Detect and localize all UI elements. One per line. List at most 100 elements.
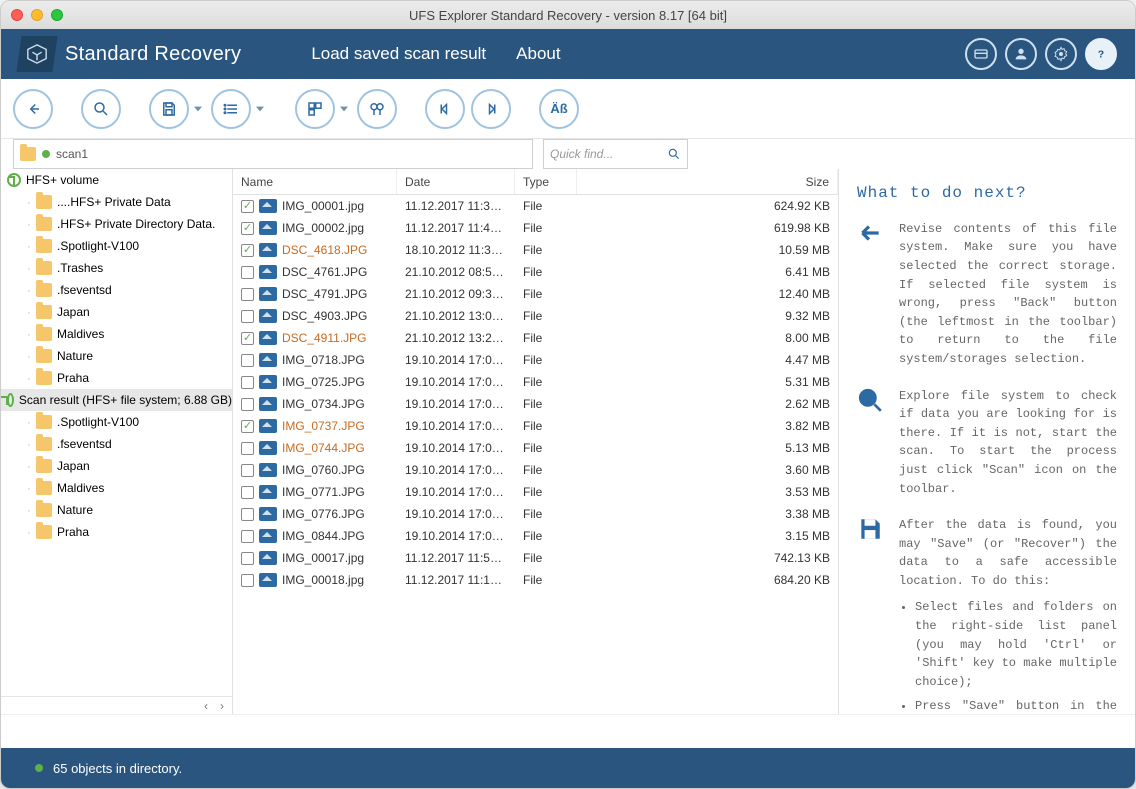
file-row[interactable]: IMG_0771.JPG19.10.2014 17:06:32File3.53 … (233, 481, 838, 503)
file-checkbox[interactable] (241, 288, 254, 301)
close-window-button[interactable] (11, 9, 23, 21)
prev-button[interactable] (425, 89, 465, 129)
file-row[interactable]: IMG_0737.JPG19.10.2014 17:06:18File3.82 … (233, 415, 838, 437)
file-checkbox[interactable] (241, 552, 254, 565)
list-dropdown[interactable] (253, 89, 267, 129)
encoding-button[interactable]: Äß (539, 89, 579, 129)
file-checkbox[interactable] (241, 354, 254, 367)
folder-icon (36, 503, 52, 517)
file-row[interactable]: DSC_4761.JPG21.10.2012 08:53:00File6.41 … (233, 261, 838, 283)
help-icon[interactable]: ? (1085, 38, 1117, 70)
file-row[interactable]: IMG_0725.JPG19.10.2014 17:06:14File5.31 … (233, 371, 838, 393)
tree-item[interactable]: ·Nature (1, 345, 232, 367)
file-row[interactable]: DSC_4618.JPG18.10.2012 11:35:50File10.59… (233, 239, 838, 261)
tree-item[interactable]: ·.Spotlight-V100 (1, 411, 232, 433)
tree-item[interactable]: ·Maldives (1, 477, 232, 499)
file-row[interactable]: IMG_0844.JPG19.10.2014 17:06:50File3.15 … (233, 525, 838, 547)
tip-revise: Revise contents of this file system. Mak… (899, 220, 1117, 369)
column-headers[interactable]: Name Date Type Size (233, 169, 838, 195)
col-name[interactable]: Name (233, 169, 397, 194)
tree-item[interactable]: ·....HFS+ Private Data (1, 191, 232, 213)
volume-icon (7, 173, 21, 187)
user-icon[interactable] (1005, 38, 1037, 70)
tree-item[interactable]: ·.fseventsd (1, 279, 232, 301)
tree-scrollbar[interactable]: ‹› (1, 696, 232, 714)
file-row[interactable]: IMG_00017.jpg11.12.2017 11:52:14File742.… (233, 547, 838, 569)
minimize-window-button[interactable] (31, 9, 43, 21)
breadcrumb[interactable]: scan1 (13, 139, 533, 169)
file-row[interactable]: IMG_00002.jpg11.12.2017 11:42:22File619.… (233, 217, 838, 239)
tree-item[interactable]: ·.Spotlight-V100 (1, 235, 232, 257)
settings-icon[interactable] (1045, 38, 1077, 70)
file-checkbox[interactable] (241, 398, 254, 411)
folder-icon (36, 283, 52, 297)
menu-load-saved[interactable]: Load saved scan result (311, 44, 486, 64)
file-row[interactable]: DSC_4911.JPG21.10.2012 13:27:14File8.00 … (233, 327, 838, 349)
back-button[interactable] (13, 89, 53, 129)
folder-icon (36, 217, 52, 231)
col-date[interactable]: Date (397, 169, 515, 194)
file-checkbox[interactable] (241, 332, 254, 345)
image-file-icon (259, 463, 277, 477)
file-row[interactable]: IMG_00018.jpg11.12.2017 11:19:31File684.… (233, 569, 838, 591)
tree-item[interactable]: ·.fseventsd (1, 433, 232, 455)
file-row[interactable]: DSC_4791.JPG21.10.2012 09:38:06File12.40… (233, 283, 838, 305)
quick-find-placeholder: Quick find... (550, 147, 613, 161)
arrow-left-icon (857, 220, 885, 369)
image-file-icon (259, 485, 277, 499)
tree-item[interactable]: ·Japan (1, 301, 232, 323)
file-row[interactable]: IMG_0734.JPG19.10.2014 17:06:16File2.62 … (233, 393, 838, 415)
file-row[interactable]: IMG_0760.JPG19.10.2014 17:06:26File3.60 … (233, 459, 838, 481)
file-checkbox[interactable] (241, 266, 254, 279)
save-dropdown[interactable] (191, 89, 205, 129)
image-file-icon (259, 243, 277, 257)
file-row[interactable]: IMG_0776.JPG19.10.2014 17:06:32File3.38 … (233, 503, 838, 525)
save-button[interactable] (149, 89, 189, 129)
file-checkbox[interactable] (241, 200, 254, 213)
tree-item[interactable]: HFS+ volume (1, 169, 232, 191)
file-checkbox[interactable] (241, 222, 254, 235)
search-icon[interactable] (667, 147, 681, 161)
file-checkbox[interactable] (241, 574, 254, 587)
tree-item[interactable]: ·Japan (1, 455, 232, 477)
next-button[interactable] (471, 89, 511, 129)
tree-item[interactable]: ·Praha (1, 521, 232, 543)
file-checkbox[interactable] (241, 508, 254, 521)
quick-find-input[interactable]: Quick find... (543, 139, 688, 169)
col-type[interactable]: Type (515, 169, 577, 194)
file-checkbox[interactable] (241, 244, 254, 257)
view-dropdown[interactable] (337, 89, 351, 129)
window-title: UFS Explorer Standard Recovery - version… (409, 8, 727, 23)
tree-item[interactable]: ·.Trashes (1, 257, 232, 279)
magnifier-icon (857, 387, 885, 499)
file-checkbox[interactable] (241, 464, 254, 477)
file-checkbox[interactable] (241, 420, 254, 433)
view-mode-button[interactable] (295, 89, 335, 129)
image-file-icon (259, 419, 277, 433)
file-row[interactable]: IMG_00001.jpg11.12.2017 11:36:55File624.… (233, 195, 838, 217)
file-checkbox[interactable] (241, 530, 254, 543)
file-row[interactable]: IMG_0718.JPG19.10.2014 17:06:12File4.47 … (233, 349, 838, 371)
file-checkbox[interactable] (241, 376, 254, 389)
tree-item[interactable]: ·Maldives (1, 323, 232, 345)
file-checkbox[interactable] (241, 442, 254, 455)
file-row[interactable]: IMG_0744.JPG19.10.2014 17:06:20File5.13 … (233, 437, 838, 459)
tree-item[interactable]: ·Praha (1, 367, 232, 389)
menu-about[interactable]: About (516, 44, 560, 64)
file-checkbox[interactable] (241, 486, 254, 499)
sidebar-heading: What to do next? (857, 181, 1117, 206)
tree-item[interactable]: ·Nature (1, 499, 232, 521)
file-row[interactable]: DSC_4903.JPG21.10.2012 13:01:06File9.32 … (233, 305, 838, 327)
col-size[interactable]: Size (577, 169, 838, 194)
tree-item[interactable]: Scan result (HFS+ file system; 6.88 GB) (1, 389, 232, 411)
breadcrumb-label: scan1 (56, 147, 88, 161)
zoom-window-button[interactable] (51, 9, 63, 21)
image-file-icon (259, 573, 277, 587)
tree-item[interactable]: ·.HFS+ Private Directory Data. (1, 213, 232, 235)
file-checkbox[interactable] (241, 310, 254, 323)
find-button[interactable] (357, 89, 397, 129)
scan-button[interactable] (81, 89, 121, 129)
card-icon[interactable] (965, 38, 997, 70)
image-file-icon (259, 397, 277, 411)
list-options-button[interactable] (211, 89, 251, 129)
